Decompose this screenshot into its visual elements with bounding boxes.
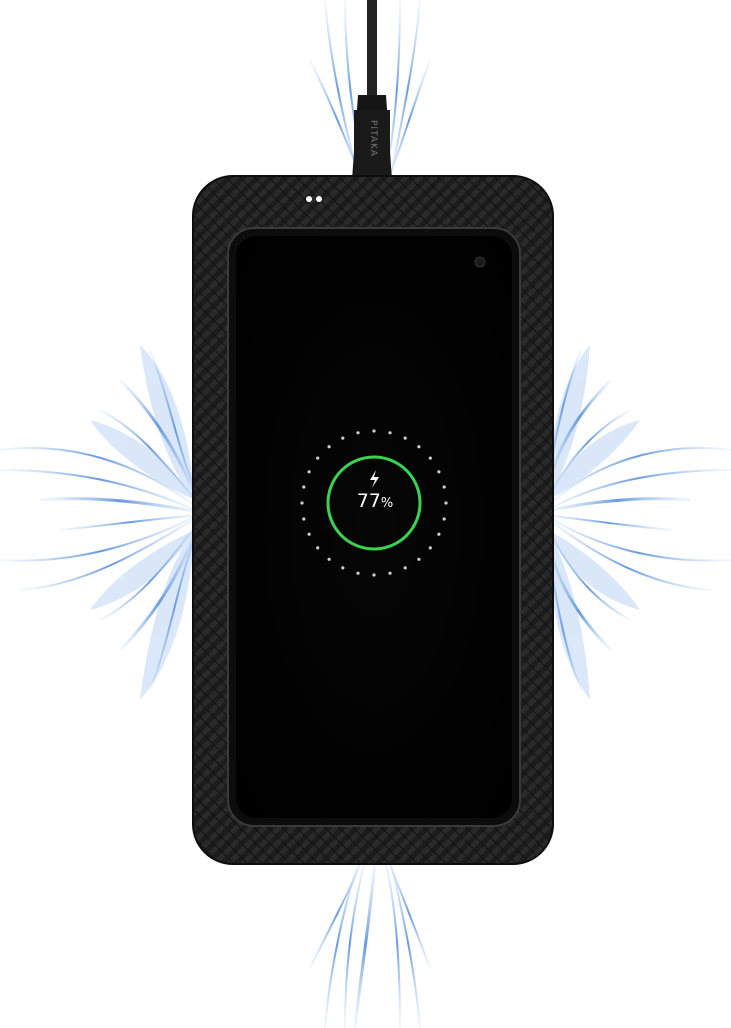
left-wave-fill bbox=[90, 345, 195, 700]
charging-dot bbox=[327, 557, 331, 561]
charging-dot bbox=[356, 431, 360, 435]
battery-percentage-symbol: % bbox=[380, 496, 394, 511]
bottom-wave-effect bbox=[309, 859, 431, 1028]
charging-dot bbox=[444, 501, 448, 505]
charging-dot bbox=[403, 566, 407, 570]
charging-dot bbox=[388, 571, 392, 575]
charging-dot bbox=[437, 532, 441, 536]
battery-percentage: 77% bbox=[340, 490, 410, 512]
charging-dot bbox=[307, 532, 311, 536]
charging-dot bbox=[417, 445, 421, 449]
battery-percentage-value: 77 bbox=[356, 490, 381, 512]
charging-dot bbox=[341, 436, 345, 440]
charging-dot bbox=[428, 546, 432, 550]
front-camera-icon bbox=[474, 256, 486, 268]
charging-dot bbox=[327, 445, 331, 449]
charging-dot bbox=[403, 436, 407, 440]
charging-dot bbox=[316, 546, 320, 550]
charging-dot bbox=[437, 470, 441, 474]
charging-dot bbox=[316, 456, 320, 460]
charging-dot bbox=[372, 429, 376, 433]
charging-dot bbox=[356, 571, 360, 575]
charging-dot bbox=[428, 456, 432, 460]
smartphone bbox=[227, 227, 521, 827]
charging-dot bbox=[417, 557, 421, 561]
charging-dot bbox=[307, 470, 311, 474]
cable-brand-text: PITAKA bbox=[368, 120, 378, 157]
charging-dot bbox=[300, 501, 304, 505]
charging-dot bbox=[372, 573, 376, 577]
charging-dot bbox=[302, 485, 306, 489]
charging-dot bbox=[341, 566, 345, 570]
charging-dot bbox=[442, 517, 446, 521]
charging-dot bbox=[388, 431, 392, 435]
charging-dot bbox=[302, 517, 306, 521]
charging-dot bbox=[442, 485, 446, 489]
